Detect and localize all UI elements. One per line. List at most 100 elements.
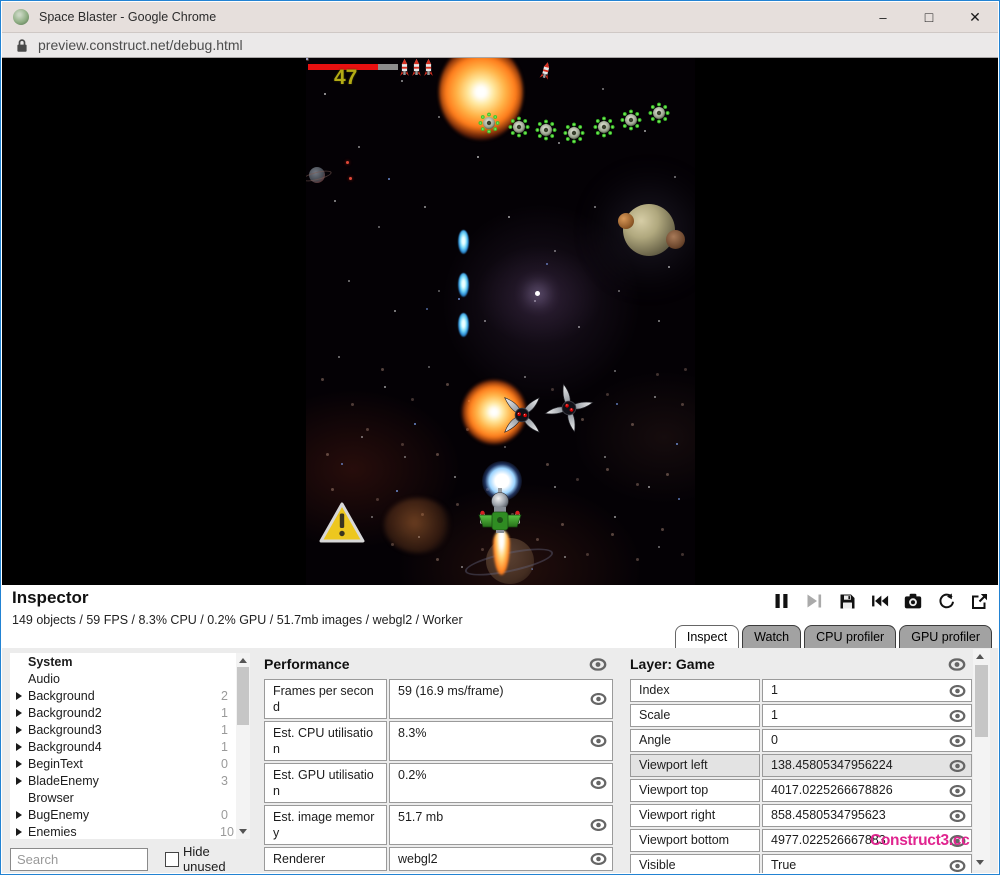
player-shot — [458, 313, 469, 337]
missile — [539, 61, 552, 82]
inspector-tabs: InspectWatchCPU profilerGPU profiler — [675, 625, 992, 648]
property-value[interactable]: 0 — [762, 729, 972, 752]
property-value[interactable]: 4017.0225266678826 — [762, 779, 972, 802]
tree-item-background[interactable]: Background 2 — [10, 687, 250, 704]
asteroid — [384, 498, 452, 553]
life-rocket-icon — [400, 59, 409, 78]
scroll-up-icon[interactable] — [976, 654, 984, 659]
eye-icon[interactable] — [949, 860, 966, 872]
property-row: Index 1 — [630, 679, 972, 702]
url-text[interactable]: preview.construct.net/debug.html — [38, 37, 243, 53]
eye-icon[interactable] — [589, 658, 607, 671]
hide-unused-checkbox[interactable] — [165, 852, 179, 867]
popout-icon[interactable] — [970, 592, 988, 610]
score-text: 47 — [334, 66, 357, 90]
property-value[interactable]: 858.4580534795623 — [762, 804, 972, 827]
property-row: Viewport left 138.45805347956224 — [630, 754, 972, 777]
object-tree: System Audio Background 2 Background2 1 … — [10, 653, 250, 839]
tab-cpu-profiler[interactable]: CPU profiler — [804, 625, 896, 648]
expand-caret-icon[interactable] — [16, 777, 28, 785]
property-name: Frames per second — [264, 679, 387, 719]
tree-item-begintext[interactable]: BeginText 0 — [10, 755, 250, 772]
property-name: Viewport right — [630, 804, 760, 827]
tree-item-enemies[interactable]: Enemies 10 — [10, 823, 250, 839]
eye-icon[interactable] — [590, 777, 607, 789]
property-value[interactable]: 8.3% — [389, 721, 613, 761]
red-star — [349, 177, 352, 180]
eye-icon[interactable] — [590, 693, 607, 705]
screenshot-icon[interactable] — [904, 592, 922, 610]
step-icon[interactable] — [805, 592, 823, 610]
tree-item-bladeenemy[interactable]: BladeEnemy 3 — [10, 772, 250, 789]
small-ringed-planet — [306, 165, 332, 187]
inspector-title: Inspector — [12, 588, 89, 608]
expand-caret-icon[interactable] — [16, 709, 28, 717]
tree-item-bugenemy[interactable]: BugEnemy 0 — [10, 806, 250, 823]
tab-watch[interactable]: Watch — [742, 625, 801, 648]
eye-icon[interactable] — [590, 853, 607, 865]
eye-icon[interactable] — [949, 685, 966, 697]
property-value[interactable]: 1 — [762, 679, 972, 702]
tree-item-background4[interactable]: Background4 1 — [10, 738, 250, 755]
eye-icon[interactable] — [590, 735, 607, 747]
eye-icon[interactable] — [949, 785, 966, 797]
minimize-button[interactable]: – — [860, 2, 906, 32]
tree-item-audio[interactable]: Audio — [10, 670, 250, 687]
property-value[interactable]: True — [762, 854, 972, 873]
expand-caret-icon[interactable] — [16, 692, 28, 700]
eye-icon[interactable] — [949, 710, 966, 722]
game-viewport[interactable]: 47 — [306, 58, 695, 585]
bright-star — [535, 291, 540, 296]
lives-indicator — [400, 59, 433, 78]
tree-item-browser[interactable]: Browser — [10, 789, 250, 806]
property-row: Angle 0 — [630, 729, 972, 752]
warning-icon — [319, 502, 365, 544]
asteroid-dust — [306, 58, 309, 61]
property-value[interactable]: 138.45805347956224 — [762, 754, 972, 777]
property-value[interactable]: 0.2% — [389, 763, 613, 803]
restart-icon[interactable] — [937, 592, 955, 610]
tab-gpu-profiler[interactable]: GPU profiler — [899, 625, 992, 648]
tree-scrollbar[interactable] — [236, 653, 250, 839]
rewind-icon[interactable] — [871, 592, 889, 610]
expand-caret-icon[interactable] — [16, 726, 28, 734]
property-value[interactable]: webgl2 — [389, 847, 613, 871]
bug-enemy — [593, 116, 615, 138]
eye-icon[interactable] — [949, 735, 966, 747]
property-row: Viewport right 858.4580534795623 — [630, 804, 972, 827]
property-value[interactable]: 59 (16.9 ms/frame) — [389, 679, 613, 719]
close-button[interactable]: ✕ — [952, 2, 998, 32]
inspector-panel: Inspector 149 objects / 59 FPS / 8.3% CP… — [2, 585, 998, 873]
eye-icon[interactable] — [590, 819, 607, 831]
expand-caret-icon[interactable] — [16, 811, 28, 819]
blade-enemy — [502, 395, 542, 435]
tree-item-background2[interactable]: Background2 1 — [10, 704, 250, 721]
expand-caret-icon[interactable] — [16, 743, 28, 751]
maximize-button[interactable]: □ — [906, 2, 952, 32]
scroll-up-icon[interactable] — [239, 658, 247, 663]
scroll-down-icon[interactable] — [239, 829, 247, 834]
expand-caret-icon[interactable] — [16, 760, 28, 768]
search-row: Hide unused — [10, 844, 250, 873]
scroll-thumb[interactable] — [975, 665, 988, 737]
scroll-thumb[interactable] — [237, 667, 249, 725]
eye-icon[interactable] — [948, 658, 966, 671]
tree-item-background3[interactable]: Background3 1 — [10, 721, 250, 738]
save-icon[interactable] — [838, 592, 856, 610]
expand-caret-icon[interactable] — [16, 828, 28, 836]
eye-icon[interactable] — [949, 760, 966, 772]
hide-unused-label: Hide unused — [183, 844, 250, 873]
search-input[interactable] — [10, 848, 148, 871]
tree-item-system[interactable]: System — [10, 653, 250, 670]
bug-enemy — [563, 122, 585, 144]
scroll-down-icon[interactable] — [976, 860, 984, 865]
property-value[interactable]: 1 — [762, 704, 972, 727]
tab-inspect[interactable]: Inspect — [675, 625, 739, 648]
browser-window: Space Blaster - Google Chrome – □ ✕ prev… — [0, 0, 1000, 875]
property-value[interactable]: 51.7 mb — [389, 805, 613, 845]
bug-enemy — [478, 112, 500, 134]
pause-icon[interactable] — [772, 592, 790, 610]
main-scrollbar[interactable] — [973, 649, 990, 870]
player-shot — [458, 273, 469, 297]
eye-icon[interactable] — [949, 810, 966, 822]
